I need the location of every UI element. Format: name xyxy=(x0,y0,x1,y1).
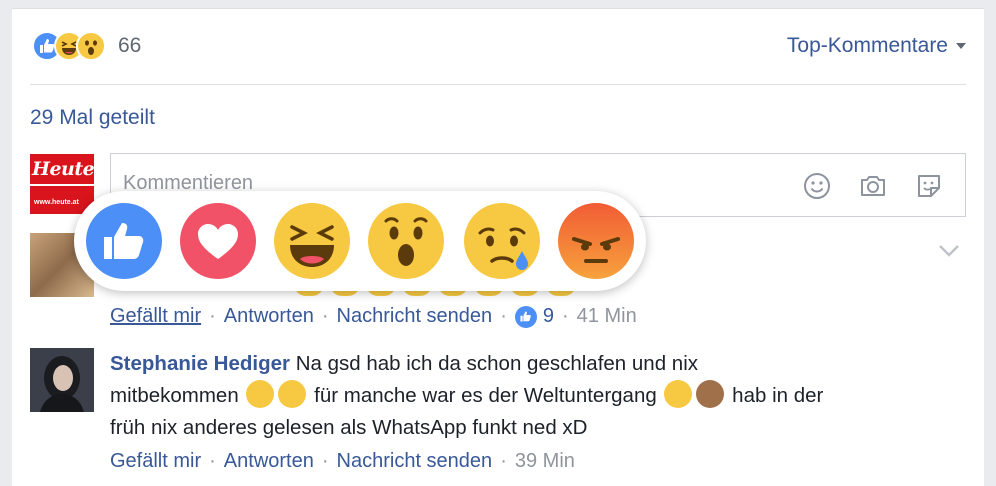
like-link[interactable]: Gefällt mir xyxy=(110,450,201,473)
like-link[interactable]: Gefällt mir xyxy=(110,305,201,328)
reply-link[interactable]: Antworten xyxy=(224,450,314,473)
sticker-icon[interactable] xyxy=(913,170,945,202)
commenter-avatar[interactable] xyxy=(30,348,94,412)
reaction-like-button[interactable] xyxy=(86,203,162,279)
see-no-evil-monkey-emoji-icon xyxy=(696,380,725,408)
page-logo-url: www.heute.at xyxy=(34,199,79,206)
tears-of-joy-emoji-icon xyxy=(246,380,275,408)
reaction-picker xyxy=(74,191,646,291)
card-top-border xyxy=(12,8,984,9)
comment-time[interactable]: 39 Min xyxy=(515,450,575,473)
reaction-angry-button[interactable] xyxy=(558,203,634,279)
separator: · xyxy=(209,450,216,472)
haha-icon xyxy=(290,225,334,267)
tears-of-joy-emoji-icon xyxy=(278,380,307,408)
comment-text: mitbekommen xyxy=(110,384,239,407)
comment-sort-dropdown[interactable]: Top-Kommentare xyxy=(787,34,966,58)
reply-link[interactable]: Antworten xyxy=(224,305,314,328)
reaction-love-button[interactable] xyxy=(180,203,256,279)
sad-icon xyxy=(478,227,528,270)
camera-icon[interactable] xyxy=(857,170,889,202)
comment-text: hab in der xyxy=(732,384,824,407)
emoji-icon[interactable] xyxy=(801,170,833,202)
angry-icon xyxy=(572,237,620,263)
comment-text: früh nix anderes gelesen als WhatsApp fu… xyxy=(110,416,588,439)
reaction-count[interactable]: 66 xyxy=(118,34,141,58)
comment-text: Na gsd hab ich da schon geschlafen und n… xyxy=(295,352,699,375)
love-icon xyxy=(198,224,238,259)
comment-time[interactable]: 41 Min xyxy=(577,305,637,328)
reaction-wow-button[interactable] xyxy=(368,203,444,279)
page-logo-text: Heute xyxy=(32,158,95,180)
comment-sort-label: Top-Kommentare xyxy=(786,34,948,57)
separator: · xyxy=(500,305,507,327)
separator: · xyxy=(500,450,507,472)
chevron-down-icon[interactable] xyxy=(938,242,960,258)
shares-link[interactable]: 29 Mal geteilt xyxy=(30,106,155,130)
message-link[interactable]: Nachricht senden xyxy=(337,305,493,328)
separator: · xyxy=(561,305,569,327)
comment-text: für manche war es der Weltuntergang xyxy=(314,384,657,407)
page-avatar[interactable]: Heute www.heute.at xyxy=(30,154,95,214)
comment-body: Stephanie Hediger Na gsd hab ich da scho… xyxy=(110,348,950,444)
separator: · xyxy=(321,305,329,327)
top-background xyxy=(0,0,996,8)
reaction-haha-button[interactable] xyxy=(274,203,350,279)
separator: · xyxy=(209,305,216,327)
reaction-sad-button[interactable] xyxy=(464,203,540,279)
reactions-summary[interactable]: 66 xyxy=(32,30,141,62)
comment-actions: Gefällt mir · Antworten · Nachricht send… xyxy=(110,450,575,473)
logo-divider xyxy=(30,184,94,186)
left-background xyxy=(0,0,12,486)
divider xyxy=(30,84,966,85)
wow-icon xyxy=(384,217,428,266)
like-count[interactable]: 9 xyxy=(543,305,554,328)
comment-actions: Gefällt mir · Antworten · Nachricht send… xyxy=(110,305,637,328)
comment-author[interactable]: Stephanie Hediger xyxy=(110,352,290,375)
separator: · xyxy=(321,450,329,472)
tears-of-joy-emoji-icon xyxy=(664,380,693,408)
message-link[interactable]: Nachricht senden xyxy=(337,450,493,473)
wow-icon xyxy=(76,31,106,61)
like-icon xyxy=(104,223,144,259)
right-background xyxy=(984,0,996,486)
caret-down-icon xyxy=(956,43,966,49)
like-badge-icon xyxy=(514,305,537,328)
